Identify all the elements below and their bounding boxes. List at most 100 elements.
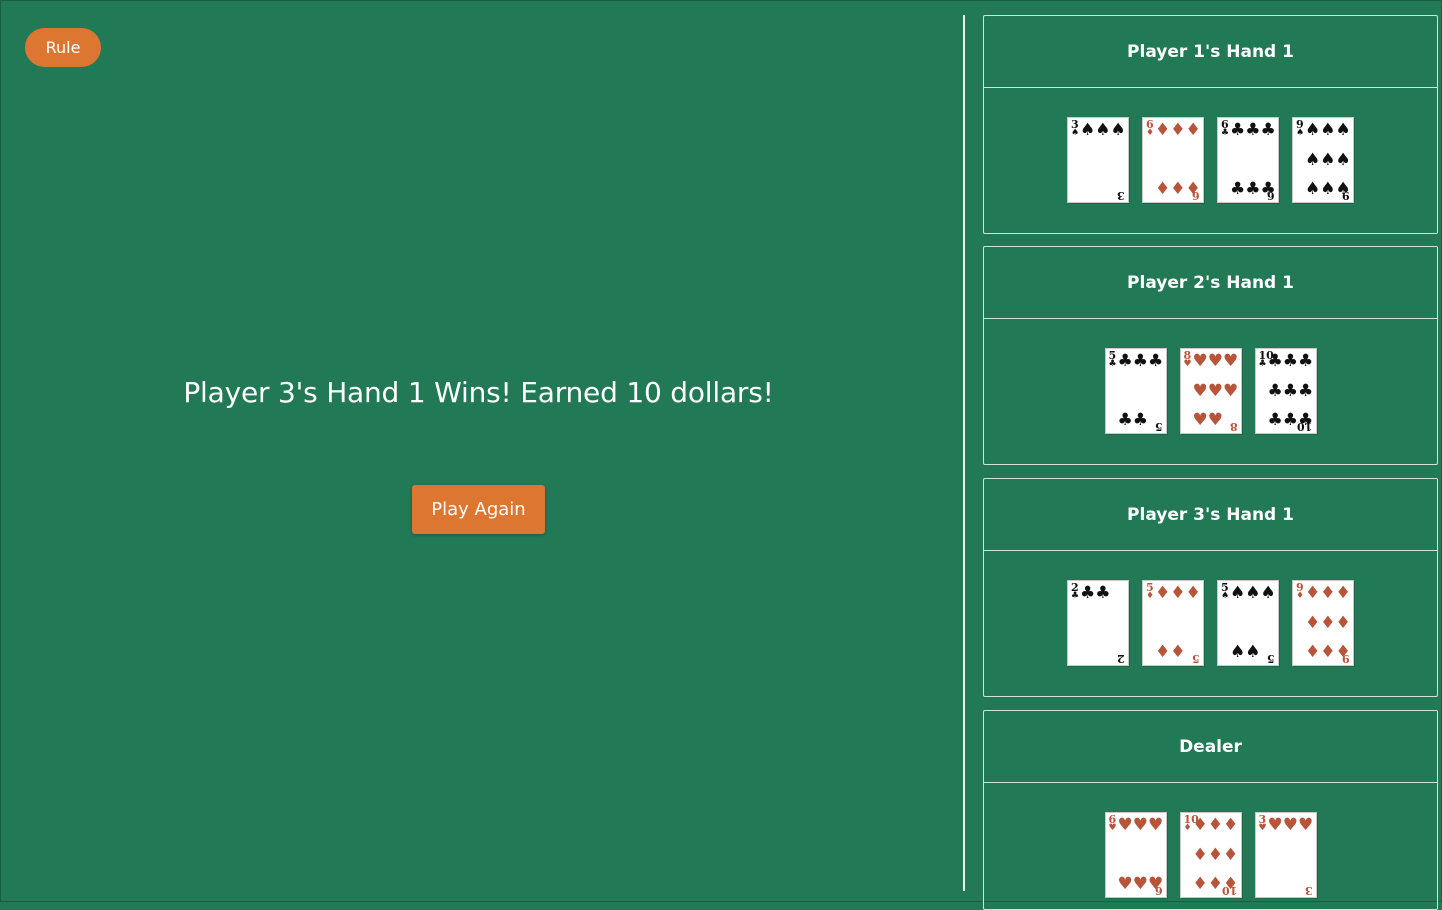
- clubs-icon: ♣: [1282, 380, 1298, 401]
- card-pips: ♣ ♣ ♣ ♣ ♣: [1117, 351, 1164, 430]
- playing-card: 9 ♦ ♦ ♦ ♦ ♦ ♦ ♦ ♦ ♦ ♦ 9: [1292, 580, 1354, 666]
- playing-card: 5 ♠ ♠ ♠ ♠ ♠ ♠ 5: [1217, 580, 1279, 666]
- hearts-icon: ♥: [1207, 380, 1223, 401]
- playing-card: 10 ♣ ♣ ♣ ♣ ♣ ♣ ♣ ♣ ♣ ♣ 10: [1254, 348, 1317, 434]
- diamonds-icon: ♦: [1320, 642, 1336, 662]
- diamonds-icon: ♦: [1223, 815, 1239, 835]
- card-pips: ♥ ♥ ♥ ♥ ♥ ♥ ♥ ♥: [1192, 351, 1239, 430]
- spades-icon: ♠: [1320, 179, 1336, 199]
- spades-icon: ♠: [1335, 149, 1351, 170]
- diamonds-icon: ♦: [1192, 844, 1208, 865]
- hearts-icon: ♥: [1298, 815, 1314, 835]
- clubs-icon: ♣: [1148, 351, 1164, 371]
- diamonds-icon: ♦: [1296, 591, 1305, 601]
- card-rank: 6: [1267, 189, 1275, 202]
- result-message: Player 3's Hand 1 Wins! Earned 10 dollar…: [183, 376, 774, 409]
- card-pips: ♣ ♣ ♣ ♣ ♣ ♣: [1230, 120, 1276, 199]
- clubs-icon: ♣: [1298, 380, 1314, 401]
- diamonds-icon: ♦: [1192, 874, 1208, 894]
- playing-card: 9 ♠ ♠ ♠ ♠ ♠ ♠ ♠ ♠ ♠ ♠ 9: [1292, 117, 1354, 203]
- hearts-icon: ♥: [1132, 874, 1148, 894]
- card-row: 5 ♣ ♣ ♣ ♣ ♣ ♣ 5 8 ♥ ♥ ♥ ♥ ♥ ♥ ♥ ♥ ♥ 8 10 ♣ ♣ ♣ ♣ ♣ ♣ ♣ ♣ ♣ ♣ 10: [984, 319, 1437, 434]
- spades-icon: ♠: [1305, 149, 1321, 170]
- card-pips: ♦ ♦ ♦ ♦ ♦: [1155, 583, 1201, 662]
- card-rank: 9: [1342, 652, 1350, 665]
- card-rank: 10: [1297, 420, 1313, 433]
- card-pips: ♠ ♠ ♠ ♠ ♠: [1230, 585, 1276, 662]
- hearts-icon: ♥: [1258, 823, 1267, 833]
- card-rank: 3: [1117, 189, 1125, 202]
- clubs-icon: ♣: [1108, 359, 1117, 369]
- hearts-icon: ♥: [1282, 815, 1298, 835]
- spades-icon: ♠: [1296, 128, 1305, 138]
- diamonds-icon: ♦: [1207, 844, 1223, 865]
- hand-panel-dealer: Dealer 6 ♥ ♥ ♥ ♥ ♥ ♥ ♥ 6 10 ♦ ♦ ♦ ♦ ♦ ♦ ♦ ♦ ♦ ♦ 10 3 ♥ ♥ ♥ ♥ 3: [983, 710, 1438, 910]
- clubs-icon: ♣: [1258, 359, 1267, 369]
- diamonds-icon: ♦: [1155, 179, 1171, 199]
- diamonds-icon: ♦: [1170, 179, 1186, 199]
- spades-icon: ♠: [1305, 179, 1321, 199]
- diamonds-icon: ♦: [1170, 120, 1186, 140]
- diamonds-icon: ♦: [1305, 612, 1321, 633]
- hearts-icon: ♥: [1192, 410, 1208, 430]
- diamonds-icon: ♦: [1320, 612, 1336, 633]
- divider: [963, 15, 965, 891]
- spades-icon: ♠: [1260, 583, 1276, 603]
- diamonds-icon: ♦: [1155, 120, 1171, 140]
- diamonds-icon: ♦: [1170, 583, 1186, 603]
- clubs-icon: ♣: [1245, 179, 1261, 199]
- hearts-icon: ♥: [1192, 351, 1208, 371]
- spades-icon: ♠: [1110, 120, 1126, 140]
- play-again-button[interactable]: Play Again: [412, 485, 545, 534]
- spades-icon: ♠: [1335, 120, 1351, 140]
- spades-icon: ♠: [1245, 642, 1261, 662]
- playing-card: 3 ♠ ♠ ♠ ♠ 3: [1067, 117, 1129, 203]
- clubs-icon: ♣: [1230, 179, 1246, 199]
- diamonds-icon: ♦: [1170, 642, 1186, 662]
- playing-card: 2 ♣ ♣ ♣ 2: [1067, 580, 1129, 666]
- playing-card: 8 ♥ ♥ ♥ ♥ ♥ ♥ ♥ ♥ ♥ 8: [1179, 348, 1242, 434]
- spades-icon: ♠: [1320, 149, 1336, 170]
- clubs-icon: ♣: [1245, 120, 1261, 140]
- card-pips: ♥ ♥ ♥: [1267, 815, 1314, 893]
- card-rank: 2: [1117, 652, 1125, 665]
- hearts-icon: ♥: [1117, 874, 1133, 894]
- card-rank: 3: [1304, 884, 1313, 897]
- hearts-icon: ♥: [1183, 359, 1192, 369]
- clubs-icon: ♣: [1117, 410, 1133, 430]
- card-row: 3 ♠ ♠ ♠ ♠ 3 6 ♦ ♦ ♦ ♦ ♦ ♦ ♦ 6 6 ♣ ♣ ♣ ♣ ♣ ♣ ♣ 6 9 ♠ ♠ ♠ ♠ ♠ ♠ ♠ ♠ ♠ ♠ 9: [984, 88, 1437, 203]
- playing-card: 6 ♥ ♥ ♥ ♥ ♥ ♥ ♥ 6: [1104, 812, 1167, 898]
- diamonds-icon: ♦: [1185, 583, 1201, 603]
- card-rank: 9: [1342, 189, 1350, 202]
- clubs-icon: ♣: [1132, 410, 1148, 430]
- hearts-icon: ♥: [1223, 351, 1239, 371]
- hand-title: Player 3's Hand 1: [984, 479, 1437, 551]
- hearts-icon: ♥: [1132, 815, 1148, 835]
- clubs-icon: ♣: [1117, 351, 1133, 371]
- spades-icon: ♠: [1320, 120, 1336, 140]
- clubs-icon: ♣: [1080, 583, 1096, 603]
- clubs-icon: ♣: [1071, 591, 1080, 601]
- hearts-icon: ♥: [1267, 815, 1283, 835]
- hand-panel-player-2: Player 2's Hand 1 5 ♣ ♣ ♣ ♣ ♣ ♣ 5 8 ♥ ♥ ♥ ♥ ♥ ♥ ♥ ♥ ♥ 8 10 ♣…: [983, 246, 1438, 465]
- card-pips: ♠ ♠ ♠: [1080, 120, 1126, 198]
- card-pips: ♦ ♦ ♦ ♦ ♦ ♦: [1155, 120, 1201, 199]
- card-pips: ♣ ♣ ♣ ♣ ♣ ♣ ♣ ♣ ♣: [1267, 351, 1314, 430]
- diamonds-icon: ♦: [1223, 844, 1239, 865]
- diamonds-icon: ♦: [1192, 815, 1208, 835]
- diamonds-icon: ♦: [1155, 642, 1171, 662]
- spades-icon: ♠: [1095, 120, 1111, 140]
- clubs-icon: ♣: [1282, 410, 1298, 430]
- clubs-icon: ♣: [1298, 351, 1314, 371]
- card-row: 6 ♥ ♥ ♥ ♥ ♥ ♥ ♥ 6 10 ♦ ♦ ♦ ♦ ♦ ♦ ♦ ♦ ♦ ♦ 10 3 ♥ ♥ ♥ ♥ 3: [984, 783, 1437, 898]
- playing-card: 6 ♣ ♣ ♣ ♣ ♣ ♣ ♣ 6: [1217, 117, 1279, 203]
- clubs-icon: ♣: [1282, 351, 1298, 371]
- clubs-icon: ♣: [1267, 380, 1283, 401]
- clubs-icon: ♣: [1267, 410, 1283, 430]
- rule-button[interactable]: Rule: [25, 28, 101, 67]
- playing-card: 5 ♣ ♣ ♣ ♣ ♣ ♣ 5: [1104, 348, 1167, 434]
- card-pips: ♦ ♦ ♦ ♦ ♦ ♦ ♦ ♦ ♦: [1305, 583, 1351, 662]
- card-pips: ♣ ♣: [1080, 585, 1120, 661]
- diamonds-icon: ♦: [1305, 583, 1321, 603]
- card-rank: 5: [1192, 652, 1200, 665]
